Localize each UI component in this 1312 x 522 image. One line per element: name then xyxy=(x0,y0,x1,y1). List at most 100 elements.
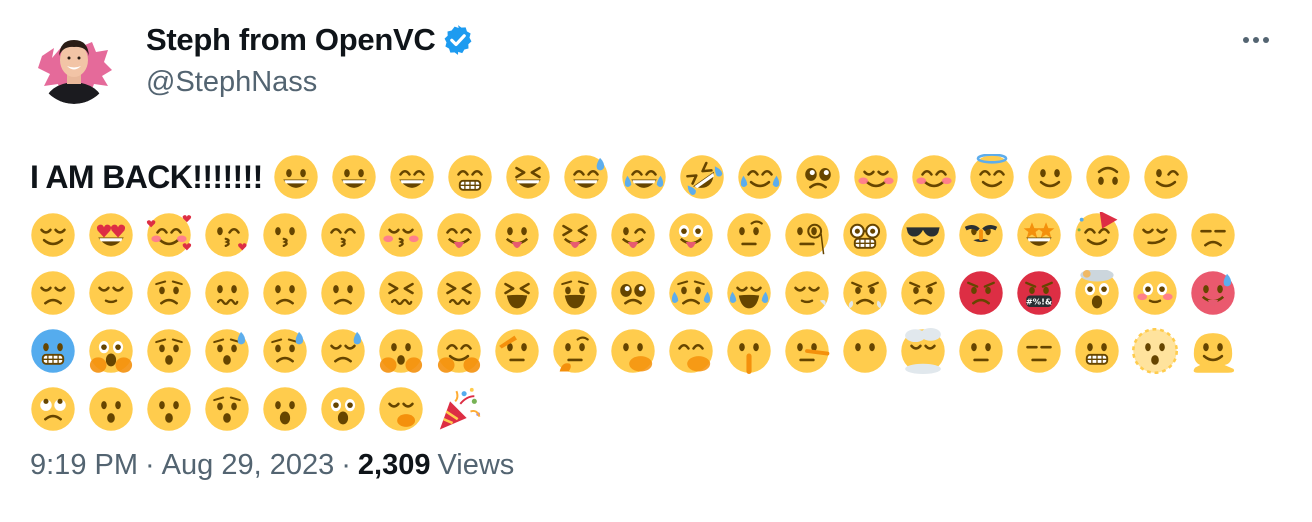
thinking-emoji-icon xyxy=(552,328,598,374)
tweet-headline: I AM BACK!!!!!!! xyxy=(30,158,263,195)
expressionless-emoji-icon xyxy=(1016,328,1062,374)
confused-emoji-icon xyxy=(204,270,250,316)
relaxed-emoji-icon xyxy=(853,154,899,200)
emoji-row xyxy=(30,322,1280,380)
cursing-emoji-icon: #%!& xyxy=(1016,270,1062,316)
cry-emoji-icon xyxy=(668,270,714,316)
unamused-emoji-icon xyxy=(1190,212,1236,258)
squinting-tongue-emoji-icon xyxy=(552,212,598,258)
grin-emoji-icon xyxy=(447,154,493,200)
holding-back-tears-emoji-icon xyxy=(795,154,841,200)
kissing-closed-eyes-emoji-icon xyxy=(378,212,424,258)
anxious-sweat-emoji-icon xyxy=(204,328,250,374)
svg-text:#%!&: #%!& xyxy=(1026,297,1052,307)
saluting-emoji-icon xyxy=(494,328,540,374)
anguished-emoji-icon xyxy=(204,386,250,432)
sleepy-breath-emoji-icon xyxy=(784,270,830,316)
smiley-emoji-icon xyxy=(331,154,377,200)
kissing-emoji-icon xyxy=(262,212,308,258)
melting-emoji-icon xyxy=(1190,328,1236,374)
hand-over-mouth-emoji-icon xyxy=(610,328,656,374)
avatar[interactable] xyxy=(38,18,112,106)
lying-emoji-icon xyxy=(784,328,830,374)
hot-emoji-icon xyxy=(1190,270,1236,316)
disappointed-emoji-icon xyxy=(30,270,76,316)
tweet-meta: 9:19 PM · Aug 29, 2023 · 2,309 Views xyxy=(30,449,514,482)
verified-badge-icon xyxy=(441,23,475,57)
meta-separator: · xyxy=(145,449,155,481)
emoji-row: #%!& xyxy=(30,264,1280,322)
confounded-emoji-icon xyxy=(436,270,482,316)
monocle-emoji-icon xyxy=(784,212,830,258)
partying-emoji-icon xyxy=(1074,212,1120,258)
meta-separator: · xyxy=(341,449,351,481)
upside-down-emoji-icon xyxy=(1085,154,1131,200)
smiling-hearts-emoji-icon xyxy=(146,212,192,258)
astonished-emoji-icon xyxy=(320,386,366,432)
kissing-smiling-emoji-icon xyxy=(320,212,366,258)
dotted-line-emoji-icon xyxy=(1132,328,1178,374)
exploding-head-emoji-icon xyxy=(1074,270,1120,316)
hugging-emoji-icon xyxy=(436,328,482,374)
sweat-smile-emoji-icon xyxy=(563,154,609,200)
peeking-emoji-icon xyxy=(378,328,424,374)
star-struck-emoji-icon xyxy=(1016,212,1062,258)
innocent-emoji-icon xyxy=(969,154,1015,200)
hushed-emoji-icon xyxy=(88,386,134,432)
smirk-emoji-icon xyxy=(1132,212,1178,258)
no-mouth-emoji-icon xyxy=(842,328,888,374)
open-mouth-emoji-icon xyxy=(262,386,308,432)
sob-emoji-icon xyxy=(726,270,772,316)
triumph-emoji-icon xyxy=(842,270,888,316)
party-popper-emoji-icon xyxy=(436,386,482,432)
fearful-emoji-icon xyxy=(146,328,192,374)
grimacing-emoji-icon xyxy=(1074,328,1120,374)
tweet-time[interactable]: 9:19 PM xyxy=(30,449,138,482)
smiling-tear-emoji-icon xyxy=(737,154,783,200)
yawning-emoji-icon xyxy=(378,386,424,432)
nerd-emoji-icon xyxy=(842,212,888,258)
weary-emoji-icon xyxy=(552,270,598,316)
slight-smile-emoji-icon xyxy=(1027,154,1073,200)
tweet-text: I AM BACK!!!!!!! #%!& xyxy=(30,148,1280,438)
flushed-emoji-icon xyxy=(1132,270,1178,316)
angry-emoji-icon xyxy=(900,270,946,316)
author-handle[interactable]: @StephNass xyxy=(146,66,317,99)
tweet-date[interactable]: Aug 29, 2023 xyxy=(162,449,335,482)
pensive-emoji-icon xyxy=(88,270,134,316)
joy-emoji-icon xyxy=(621,154,667,200)
tired-emoji-icon xyxy=(494,270,540,316)
downcast-sweat-emoji-icon xyxy=(320,328,366,374)
tweet-card: Steph from OpenVC @StephNass I AM BACK!!… xyxy=(0,0,1312,522)
author-name-text[interactable]: Steph from OpenVC xyxy=(146,22,436,58)
kissing-heart-emoji-icon xyxy=(204,212,250,258)
persevere-emoji-icon xyxy=(378,270,424,316)
zany-emoji-icon xyxy=(668,212,714,258)
giggling-emoji-icon xyxy=(668,328,714,374)
frowning-emoji-icon xyxy=(320,270,366,316)
sunglasses-emoji-icon xyxy=(900,212,946,258)
frowning-open-emoji-icon xyxy=(146,386,192,432)
raised-eyebrow-emoji-icon xyxy=(726,212,772,258)
worried-emoji-icon xyxy=(146,270,192,316)
rolling-eyes-emoji-icon xyxy=(30,386,76,432)
blush-emoji-icon xyxy=(911,154,957,200)
shushing-emoji-icon xyxy=(726,328,772,374)
scream-emoji-icon xyxy=(88,328,134,374)
relieved-emoji-icon xyxy=(30,212,76,258)
more-options-icon[interactable] xyxy=(1236,26,1276,50)
face-in-clouds-emoji-icon xyxy=(900,328,946,374)
disguised-emoji-icon xyxy=(958,212,1004,258)
sad-relieved-emoji-icon xyxy=(262,328,308,374)
neutral-emoji-icon xyxy=(958,328,1004,374)
yum-emoji-icon xyxy=(436,212,482,258)
cold-emoji-icon xyxy=(30,328,76,374)
wink-emoji-icon xyxy=(1143,154,1189,200)
views-count: 2,309 xyxy=(357,449,431,481)
emoji-row xyxy=(30,380,1280,438)
rage-emoji-icon xyxy=(958,270,1004,316)
slight-frown-emoji-icon xyxy=(262,270,308,316)
views-label: Views xyxy=(437,449,515,481)
author-name[interactable]: Steph from OpenVC xyxy=(146,22,475,58)
emoji-row: I AM BACK!!!!!!! xyxy=(30,148,1280,206)
